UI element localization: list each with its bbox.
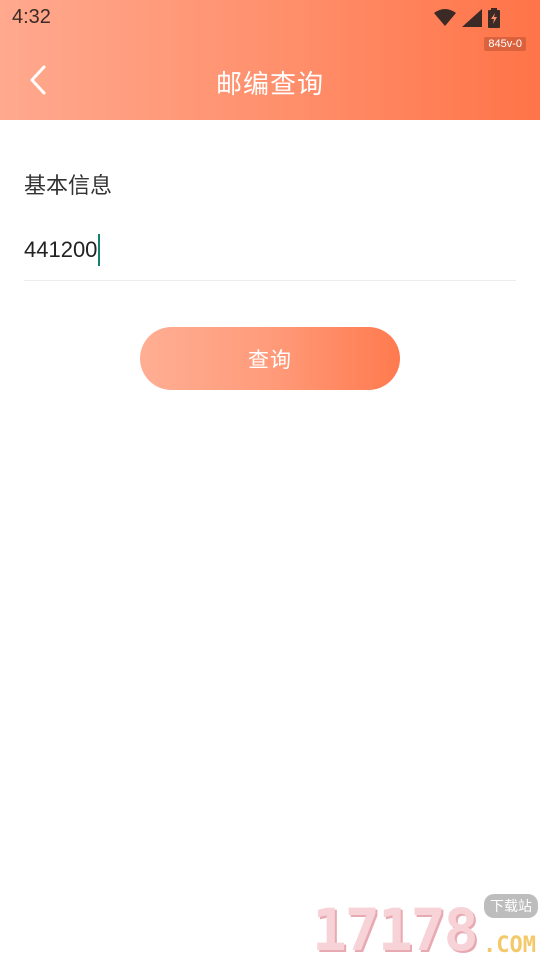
watermark-logo: 17178 .COM 下载站 — [312, 894, 538, 960]
watermark-tag: 下载站 — [484, 894, 538, 918]
status-icons — [434, 8, 500, 28]
query-button[interactable]: 查询 — [140, 327, 400, 390]
text-caret — [98, 234, 101, 266]
watermark-number: 17178 — [312, 896, 479, 960]
watermark-domain: .COM — [483, 933, 536, 958]
header-bar: 4:32 845v-0 邮编查询 — [0, 0, 540, 120]
section-label: 基本信息 — [24, 174, 113, 199]
status-time: 4:32 — [12, 6, 51, 28]
postcode-input[interactable]: 441200 — [24, 222, 516, 281]
wifi-icon — [434, 9, 456, 27]
battery-icon — [488, 8, 500, 28]
build-badge: 845v-0 — [484, 37, 526, 51]
postcode-input-text[interactable]: 441200 — [24, 234, 101, 266]
signal-icon — [462, 9, 482, 27]
page-title: 邮编查询 — [215, 70, 324, 100]
postcode-value: 441200 — [24, 237, 98, 262]
app-screen: 4:32 845v-0 邮编查询 基本信息 441200 查询 17178 .C… — [0, 0, 540, 960]
